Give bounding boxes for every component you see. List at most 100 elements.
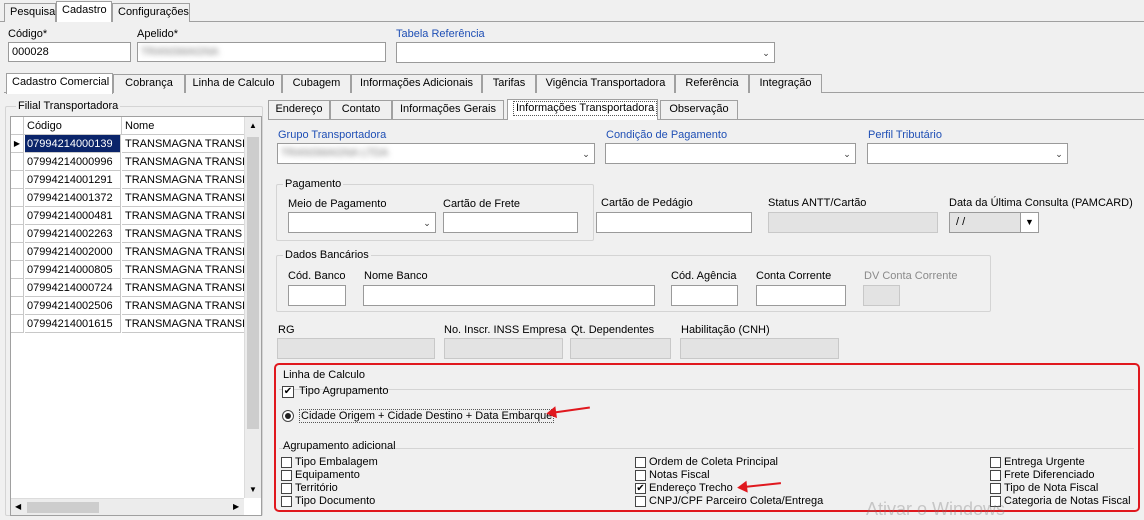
cod-agencia-label: Cód. Agência xyxy=(671,270,737,282)
habilitacao-input[interactable] xyxy=(680,338,839,359)
subtab-endereco[interactable]: Endereço xyxy=(268,100,330,119)
cartao-pedagio-input[interactable] xyxy=(596,212,752,233)
cod-banco-input[interactable] xyxy=(288,285,346,306)
apelido-input[interactable]: TRANSMAGNA xyxy=(137,42,386,62)
cell-codigo[interactable]: 07994214001291 xyxy=(25,171,121,189)
grupo-transportadora-label: Grupo Transportadora xyxy=(278,129,387,141)
data-consulta-value: / / xyxy=(956,216,966,228)
cell-codigo[interactable]: 07994214000724 xyxy=(25,279,121,297)
tab-informacoes-adicionais[interactable]: Informações Adicionais xyxy=(351,74,482,93)
row-indicator xyxy=(11,171,24,189)
scroll-down-icon[interactable]: ▼ xyxy=(249,485,257,494)
table-row[interactable]: 07994214002000 TRANSMAGNA TRANSP xyxy=(11,243,244,261)
table-row[interactable]: 07994214002506 TRANSMAGNA TRANSP xyxy=(11,297,244,315)
pagamento-title: Pagamento xyxy=(283,178,344,190)
tab-referencia[interactable]: Referência xyxy=(675,74,749,93)
subtab-informacoes-transportadora[interactable]: Informações Transportadora xyxy=(507,99,658,120)
cell-codigo[interactable]: 07994214000139 xyxy=(25,135,121,153)
status-antt-input[interactable] xyxy=(768,212,938,233)
tabela-referencia-label: Tabela Referência xyxy=(396,28,485,40)
condicao-pagamento-select[interactable]: ⌄ xyxy=(605,143,856,164)
cod-banco-label: Cód. Banco xyxy=(288,270,346,282)
table-row[interactable]: 07994214000724 TRANSMAGNA TRANSP xyxy=(11,279,244,297)
condicao-pagamento-label: Condição de Pagamento xyxy=(606,129,728,141)
cell-nome[interactable]: TRANSMAGNA TRANSP xyxy=(122,135,244,153)
cell-nome[interactable]: TRANSMAGNA TRANSP xyxy=(122,153,244,171)
grid-horizontal-scrollbar[interactable]: ◀ ▶ xyxy=(11,498,244,515)
data-consulta-input[interactable]: / / ▼ xyxy=(949,212,1039,233)
subtab-contato[interactable]: Contato xyxy=(330,100,392,119)
cell-codigo[interactable]: 07994214002000 xyxy=(25,243,121,261)
apelido-value: TRANSMAGNA xyxy=(141,46,219,58)
cell-codigo[interactable]: 07994214001372 xyxy=(25,189,121,207)
cell-codigo[interactable]: 07994214000996 xyxy=(25,153,121,171)
scroll-left-icon[interactable]: ◀ xyxy=(15,502,21,511)
row-indicator xyxy=(11,297,24,315)
tab-pesquisa[interactable]: Pesquisa xyxy=(4,3,56,22)
nome-banco-input[interactable] xyxy=(363,285,655,306)
subtab-informacoes-gerais[interactable]: Informações Gerais xyxy=(392,100,504,119)
cell-nome[interactable]: TRANSMAGNA TRANSP xyxy=(122,189,244,207)
inss-input[interactable] xyxy=(444,338,563,359)
table-row[interactable]: 07994214000996 TRANSMAGNA TRANSP xyxy=(11,153,244,171)
meio-pagamento-select[interactable]: ⌄ xyxy=(288,212,436,233)
dependentes-input[interactable] xyxy=(570,338,671,359)
grupo-transportadora-select[interactable]: TRANSMAGNA LTDA ⌄ xyxy=(277,143,595,164)
cell-nome[interactable]: TRANSMAGNA TRANSP xyxy=(122,279,244,297)
scroll-h-thumb[interactable] xyxy=(27,502,99,513)
table-row[interactable]: 07994214001372 TRANSMAGNA TRANSP xyxy=(11,189,244,207)
perfil-tributario-select[interactable]: ⌄ xyxy=(867,143,1068,164)
inss-label: No. Inscr. INSS Empresa xyxy=(444,324,567,336)
cod-agencia-input[interactable] xyxy=(671,285,738,306)
conta-corrente-input[interactable] xyxy=(756,285,846,306)
cell-codigo[interactable]: 07994214002263 xyxy=(25,225,121,243)
scroll-thumb[interactable] xyxy=(247,137,259,429)
dv-conta-input[interactable] xyxy=(863,285,900,306)
rg-label: RG xyxy=(278,324,295,336)
table-row[interactable]: 07994214001291 TRANSMAGNA TRANSP xyxy=(11,171,244,189)
table-row[interactable]: 07994214002263 TRANSMAGNA TRANS xyxy=(11,225,244,243)
table-row[interactable]: 07994214000481 TRANSMAGNA TRANSP xyxy=(11,207,244,225)
status-antt-label: Status ANTT/Cartão xyxy=(768,197,867,209)
cell-codigo[interactable]: 07994214001615 xyxy=(25,315,121,333)
tab-integracao[interactable]: Integração xyxy=(749,74,822,93)
codigo-input[interactable]: 000028 xyxy=(8,42,131,62)
grid-header-codigo[interactable]: Código xyxy=(25,117,122,135)
nome-banco-label: Nome Banco xyxy=(364,270,428,282)
tab-cadastro[interactable]: Cadastro xyxy=(56,1,112,22)
current-row-indicator-icon: ▶ xyxy=(11,135,24,153)
table-row[interactable]: 07994214001615 TRANSMAGNA TRANSP xyxy=(11,315,244,333)
cell-codigo[interactable]: 07994214000481 xyxy=(25,207,121,225)
tab-cubagem[interactable]: Cubagem xyxy=(282,74,351,93)
chevron-down-icon: ⌄ xyxy=(582,149,590,159)
tabela-referencia-select[interactable]: ⌄ xyxy=(396,42,775,63)
cell-codigo[interactable]: 07994214002506 xyxy=(25,297,121,315)
row-indicator xyxy=(11,243,24,261)
tab-cobranca[interactable]: Cobrança xyxy=(113,74,185,93)
cell-nome[interactable]: TRANSMAGNA TRANSP xyxy=(122,297,244,315)
cell-codigo[interactable]: 07994214000805 xyxy=(25,261,121,279)
tab-linha-de-calculo[interactable]: Linha de Calculo xyxy=(185,74,282,93)
cartao-frete-label: Cartão de Frete xyxy=(443,198,521,210)
cell-nome[interactable]: TRANSMAGNA TRANSP xyxy=(122,261,244,279)
table-row[interactable]: ▶ 07994214000139 TRANSMAGNA TRANSP xyxy=(11,135,244,153)
cell-nome[interactable]: TRANSMAGNA TRANSP xyxy=(122,243,244,261)
grid-vertical-scrollbar[interactable]: ▲ ▼ xyxy=(244,117,261,498)
cell-nome[interactable]: TRANSMAGNA TRANSP xyxy=(122,171,244,189)
rg-input[interactable] xyxy=(277,338,435,359)
tab-cadastro-comercial[interactable]: Cadastro Comercial xyxy=(6,73,113,94)
table-row[interactable]: 07994214000805 TRANSMAGNA TRANSP xyxy=(11,261,244,279)
cell-nome[interactable]: TRANSMAGNA TRANSP xyxy=(122,315,244,333)
cell-nome[interactable]: TRANSMAGNA TRANSP xyxy=(122,207,244,225)
cell-nome[interactable]: TRANSMAGNA TRANS xyxy=(122,225,244,243)
tab-vigencia-transportadora[interactable]: Vigência Transportadora xyxy=(536,74,675,93)
scroll-up-icon[interactable]: ▲ xyxy=(249,121,257,130)
calendar-dropdown-icon[interactable]: ▼ xyxy=(1020,213,1038,232)
cartao-frete-input[interactable] xyxy=(443,212,578,233)
highlight-box xyxy=(274,363,1140,512)
grid-header-nome[interactable]: Nome xyxy=(122,117,244,135)
tab-tarifas[interactable]: Tarifas xyxy=(482,74,536,93)
subtab-observacao[interactable]: Observação xyxy=(660,100,738,119)
tab-configuracoes[interactable]: Configurações xyxy=(112,3,190,22)
scroll-right-icon[interactable]: ▶ xyxy=(233,502,239,511)
